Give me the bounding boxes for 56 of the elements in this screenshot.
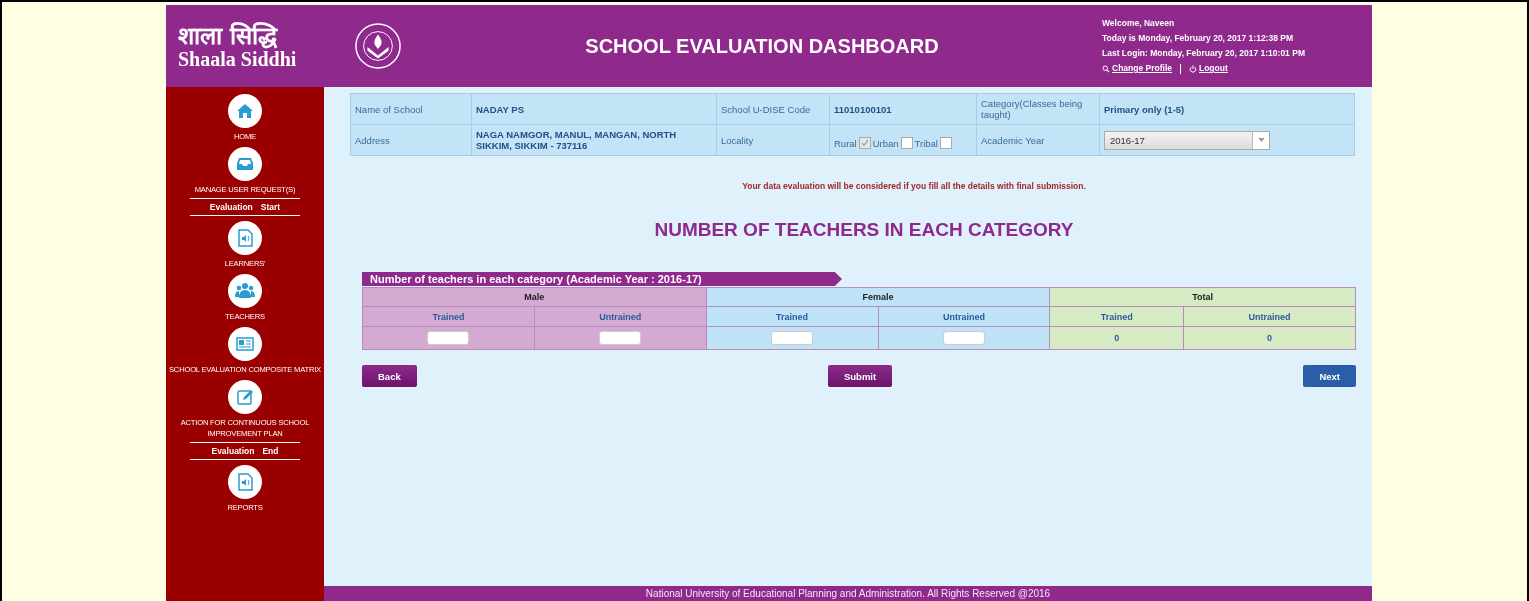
section-heading: NUMBER OF TEACHERS IN EACH CATEGORY — [653, 219, 1075, 241]
column-header: Trained — [362, 306, 535, 327]
count-input[interactable] — [942, 331, 985, 345]
section-marker-text: End — [262, 445, 279, 457]
checkbox[interactable] — [858, 137, 871, 149]
checkbox[interactable] — [900, 137, 913, 149]
action-button[interactable]: Back — [362, 365, 417, 387]
header-link[interactable]: Change Profile — [1112, 61, 1172, 76]
count-input[interactable] — [599, 331, 642, 345]
search-icon — [1102, 64, 1110, 73]
action-button[interactable]: Next — [1303, 365, 1356, 387]
info-value: 11010100101 — [834, 103, 892, 115]
news[interactable] — [228, 327, 262, 361]
power-icon — [1189, 64, 1197, 73]
group-header: Total — [1049, 287, 1356, 307]
checkbox-label: Rural — [834, 137, 857, 149]
dashboard-title: SCHOOL EVALUATION DASHBOARD — [584, 34, 940, 58]
info-value: NADAY PS — [476, 103, 525, 115]
group-header: Male — [362, 287, 707, 307]
count-input[interactable] — [771, 331, 814, 345]
date-text: Today is Monday, February 20, 2017 1:12:38 PM — [1102, 32, 1294, 45]
info-label: Name of School — [355, 103, 423, 115]
emblem-icon — [354, 22, 402, 70]
info-label: Address — [355, 134, 390, 146]
logo-text: Shaala Siddhi — [178, 49, 298, 69]
logo-hindi-text: शाला सिद्धि — [178, 23, 279, 49]
welcome-text: Welcome, Naveen — [1102, 17, 1176, 30]
checkbox-label: Tribal — [914, 137, 938, 149]
total-value: 0 — [1267, 333, 1273, 343]
info-label: School U-DISE Code — [721, 103, 811, 115]
doc[interactable] — [228, 221, 262, 255]
info-value: NAGA NAMGOR, MANUL, MANGAN, NORTH SIKKIM, SIKKIM - 737116 — [476, 129, 677, 151]
info-label: Category(Classes being taught) — [981, 98, 1083, 120]
header-link[interactable]: Logout — [1199, 61, 1228, 76]
total-value: 0 — [1114, 333, 1120, 343]
home[interactable] — [228, 94, 262, 128]
last-login-text: Last Login: Monday, February 20, 2017 1:10:01 PM — [1102, 47, 1306, 60]
inbox[interactable] — [228, 147, 262, 181]
checkbox-label: Urban — [872, 137, 899, 149]
year-dropdown[interactable]: 2016-17 — [1104, 130, 1270, 150]
section-marker-text: Start — [260, 201, 281, 213]
info-value: Primary only (1-5) — [1104, 103, 1185, 115]
section-marker-text: Evaluation — [209, 201, 253, 213]
people[interactable] — [228, 274, 262, 308]
count-input[interactable] — [427, 331, 470, 345]
edit[interactable] — [228, 380, 262, 414]
section-marker-text: Evaluation — [211, 445, 255, 457]
info-label: Academic Year — [981, 134, 1045, 146]
caret-icon — [1257, 138, 1265, 142]
group-header: Female — [706, 287, 1050, 307]
action-button[interactable]: Submit — [827, 365, 893, 387]
info-label: Locality — [721, 134, 754, 146]
checkbox[interactable] — [940, 137, 952, 149]
footer-text: National University of Educational Planning and Administration. All Rights Reserved @2016 — [645, 588, 1051, 599]
doc[interactable] — [228, 465, 262, 499]
notice-text: Your data evaluation will be considered if you fill all the details with final submission. — [741, 181, 1087, 191]
